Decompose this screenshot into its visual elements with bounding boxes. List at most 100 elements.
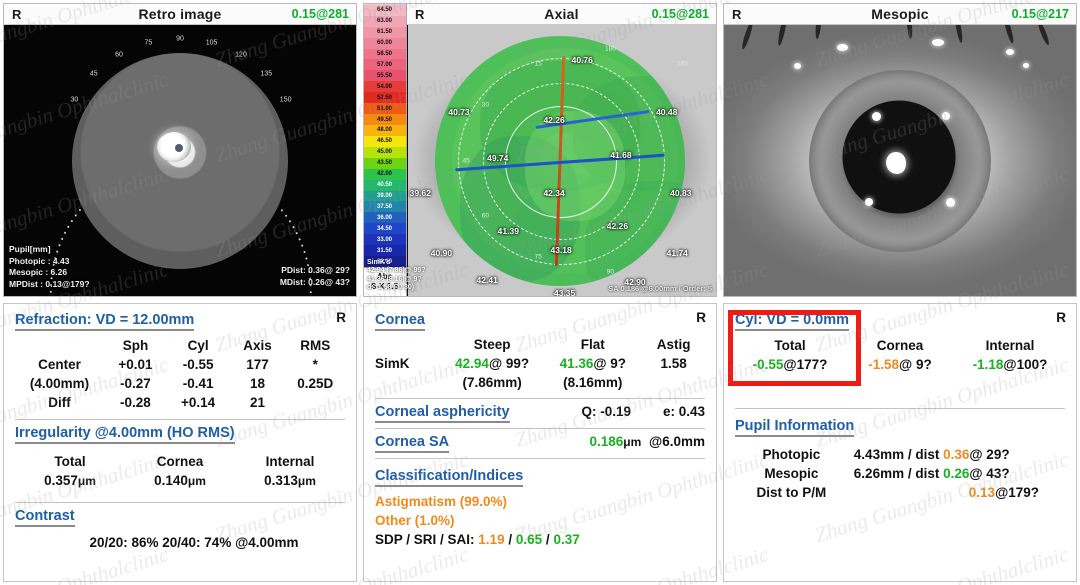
- table-row: Mesopic 6.26mm / dist 0.26@ 43?: [735, 464, 1065, 483]
- classification-astigmatism: Astigmatism (99.0%): [375, 494, 508, 509]
- col-internal: Internal: [265, 454, 315, 469]
- eyelash: [953, 25, 965, 44]
- cell-internal: -1.18@100?: [955, 355, 1065, 374]
- cell-internal: 0.313μm: [235, 471, 345, 490]
- ring-tick: [280, 208, 284, 212]
- mesopic-image-panel[interactable]: R Mesopic 0.15@217: [723, 3, 1077, 297]
- cell-cyl: -0.55: [182, 357, 214, 372]
- ring-tick: [60, 237, 64, 240]
- scale-step: 46.50: [364, 135, 406, 147]
- col-blank: [15, 336, 104, 355]
- axial-map-canvas[interactable]: SimK's 42.94 (7.86)@ 99? 41.36 (8.16)@ 9…: [364, 25, 716, 296]
- mesopic-axis: @ 43?: [969, 466, 1010, 481]
- ring-tick: [295, 231, 298, 234]
- cornea-sa-zone: @6.0mm: [649, 434, 705, 449]
- axial-map-panel[interactable]: R Axial 0.15@281 SimK's 42.94 (7.86)@ 99…: [363, 3, 717, 297]
- retro-image-cell: R Retro image 0.15@281 30 45 60 75 90 105 120 1…: [0, 0, 360, 300]
- asphericity-title: Corneal asphericity: [375, 404, 510, 423]
- scale-step: 54.00: [364, 81, 406, 93]
- slash-2: /: [545, 532, 550, 547]
- table-row: Dist to P/M 0.13@179?: [735, 483, 1065, 502]
- map-value-label: 42.34: [543, 188, 565, 199]
- unit-micron: μm: [77, 474, 96, 488]
- mesopic-image-canvas[interactable]: [724, 25, 1076, 296]
- map-value-label: 40.73: [448, 106, 470, 117]
- axial-degree-label: 15: [534, 60, 542, 68]
- table-row: Diff -0.28 +0.14 21: [15, 393, 345, 412]
- slash-1: /: [508, 532, 513, 547]
- cell-cyl: -0.41: [182, 376, 214, 391]
- ring-tick: [302, 250, 306, 253]
- col-steep: Steep: [473, 337, 511, 352]
- cyl-cornea-axis: @ 9?: [899, 357, 932, 372]
- table-row: (7.86mm) (8.16mm): [375, 373, 705, 392]
- simk-table: Steep Flat Astig SimK 42.94@ 99? 41.36@ …: [375, 335, 705, 392]
- mesopic-eye-label: R: [732, 6, 742, 22]
- retro-titlebar: R Retro image 0.15@281: [4, 4, 356, 25]
- pupil-row-values: 4.43mm / dist 0.36@ 29?: [854, 445, 1065, 464]
- ring-tick: [291, 225, 295, 228]
- map-value-label: 40.48: [656, 106, 678, 117]
- steep-axis: @ 99?: [488, 356, 530, 371]
- retro-corneal-reflex: [157, 131, 191, 162]
- retro-pupil-overlay: Pupil[mm] Photopic : 4.43 Mesopic : 6.26…: [9, 244, 90, 290]
- map-value-label: 41.68: [610, 150, 632, 161]
- scale-step: 36.00: [364, 212, 406, 224]
- indices-row: SDP / SRI / SAI: 1.19 / 0.65 / 0.37: [375, 532, 705, 547]
- photopic-axis: @ 29?: [969, 447, 1010, 462]
- cornea-sa-title: Cornea SA: [375, 434, 450, 453]
- axial-map-cell: R Axial 0.15@281 SimK's 42.94 (7.86)@ 99…: [360, 0, 720, 300]
- scale-step: 52.50: [364, 92, 406, 104]
- axial-simk-diff: d: -1.58 (-0.30): [367, 284, 415, 292]
- retro-image-canvas[interactable]: 30 45 60 75 90 105 120 135 150 Pupil[mm] Photopi…: [4, 25, 356, 296]
- refraction-panel: R Refraction: VD = 12.00mm Sph Cyl Axis …: [3, 303, 357, 582]
- cornea-sa-value: 0.186: [589, 434, 624, 449]
- eyelash: [814, 25, 822, 40]
- cyl-eye-label: R: [1056, 310, 1066, 325]
- row-label: (4.00mm): [29, 376, 90, 391]
- ring-tick: [66, 225, 70, 228]
- cyl-panel: R Cyl: VD = 0.0mm Total Cornea Internal …: [723, 303, 1077, 582]
- scale-step: 40.50: [364, 179, 406, 191]
- cell-cornea: 0.140μm: [125, 471, 235, 490]
- classification-other: Other (1.0%): [375, 513, 455, 528]
- row-label: Center: [38, 357, 81, 372]
- cell-axis: 177: [246, 357, 269, 372]
- map-value-label: 49.74: [487, 152, 509, 163]
- dist-pm-label: Dist to P/M: [756, 485, 827, 500]
- divider: [15, 502, 345, 503]
- col-total: Total: [774, 338, 806, 353]
- mesopic-titlebar: R Mesopic 0.15@217: [724, 4, 1076, 25]
- cell-astig: 1.58: [660, 356, 687, 371]
- scale-step: 58.50: [364, 48, 406, 60]
- axial-scale-bar: 67.5066.0064.5063.0061.5060.0058.5057.00…: [364, 4, 407, 296]
- cornea-sa-values: 0.186μm @6.0mm: [449, 434, 705, 449]
- scale-step: 57.00: [364, 59, 406, 71]
- scale-step: 49.50: [364, 114, 406, 125]
- cell-flat-mm: (8.16mm): [563, 375, 623, 390]
- map-value-label: 40.90: [430, 247, 453, 258]
- retro-image-panel[interactable]: R Retro image 0.15@281 30 45 60 75 90 105 120 1…: [3, 3, 357, 297]
- flat-axis: @ 9?: [593, 356, 627, 371]
- table-row: Center +0.01 -0.55 177 *: [15, 355, 345, 374]
- mesopic-image-cell: R Mesopic 0.15@217: [720, 0, 1080, 300]
- dist-pm-axis: @179?: [995, 485, 1039, 500]
- col-blank: [375, 335, 441, 354]
- contrast-value: 20/20: 86% 20/40: 74% @4.00mm: [89, 535, 299, 550]
- col-cornea: Cornea: [876, 338, 924, 353]
- col-total: Total: [54, 454, 86, 469]
- divider: [735, 408, 1065, 409]
- cell-blank: [642, 373, 705, 392]
- placido-spot: [942, 111, 951, 120]
- map-value-label: 41.39: [497, 225, 519, 236]
- table-row: Photopic 4.43mm / dist 0.36@ 29?: [735, 445, 1065, 464]
- retro-photopic: Photopic : 4.43: [9, 255, 70, 266]
- map-value-label: 41.74: [666, 247, 688, 258]
- retro-mpdist: MPDist : 0.13@179?: [9, 278, 90, 289]
- col-astig: Astig: [656, 337, 691, 352]
- flat-power: 41.36: [559, 356, 594, 371]
- col-flat: Flat: [580, 337, 605, 352]
- axial-degree-label: 30: [481, 101, 490, 109]
- degree-label: 135: [260, 70, 273, 78]
- degree-label: 90: [176, 35, 184, 42]
